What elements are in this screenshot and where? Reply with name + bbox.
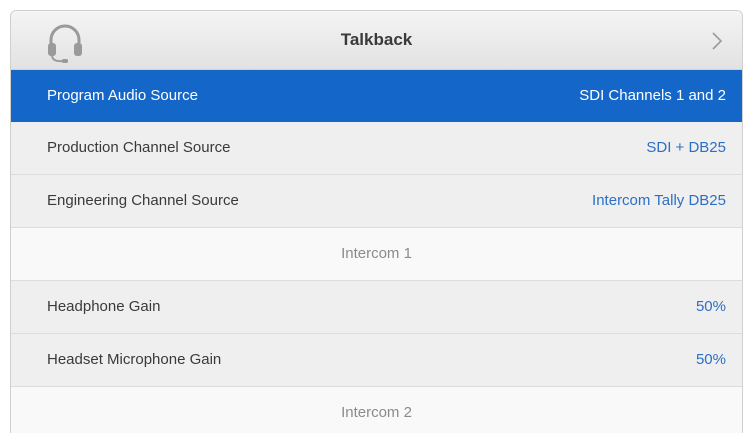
setting-value: SDI Channels 1 and 2 bbox=[579, 87, 726, 104]
page-title: Talkback bbox=[340, 30, 413, 49]
talkback-settings-panel: Talkback Program Audio Source SDI Channe… bbox=[10, 10, 743, 433]
production-channel-source-row[interactable]: Production Channel Source SDI + DB25 bbox=[11, 122, 742, 175]
setting-label: Production Channel Source bbox=[47, 139, 231, 156]
panel-header[interactable]: Talkback bbox=[11, 11, 742, 70]
setting-label: Program Audio Source bbox=[47, 87, 198, 104]
headset-microphone-gain-row[interactable]: Headset Microphone Gain 50% bbox=[11, 334, 742, 387]
setting-label: Engineering Channel Source bbox=[47, 192, 239, 209]
headphone-gain-row[interactable]: Headphone Gain 50% bbox=[11, 281, 742, 334]
section-header-intercom-2: Intercom 2 bbox=[11, 387, 742, 433]
setting-label: Headphone Gain bbox=[47, 298, 161, 315]
chevron-right-icon[interactable] bbox=[710, 30, 724, 52]
setting-value: Intercom Tally DB25 bbox=[592, 192, 726, 209]
setting-value: 50% bbox=[695, 298, 726, 315]
section-header-intercom-1: Intercom 1 bbox=[11, 228, 742, 281]
setting-value: 50% bbox=[695, 351, 726, 368]
engineering-channel-source-row[interactable]: Engineering Channel Source Intercom Tall… bbox=[11, 175, 742, 228]
program-audio-source-row[interactable]: Program Audio Source SDI Channels 1 and … bbox=[11, 70, 742, 122]
setting-value: SDI + DB25 bbox=[646, 139, 726, 156]
setting-label: Headset Microphone Gain bbox=[47, 351, 222, 368]
